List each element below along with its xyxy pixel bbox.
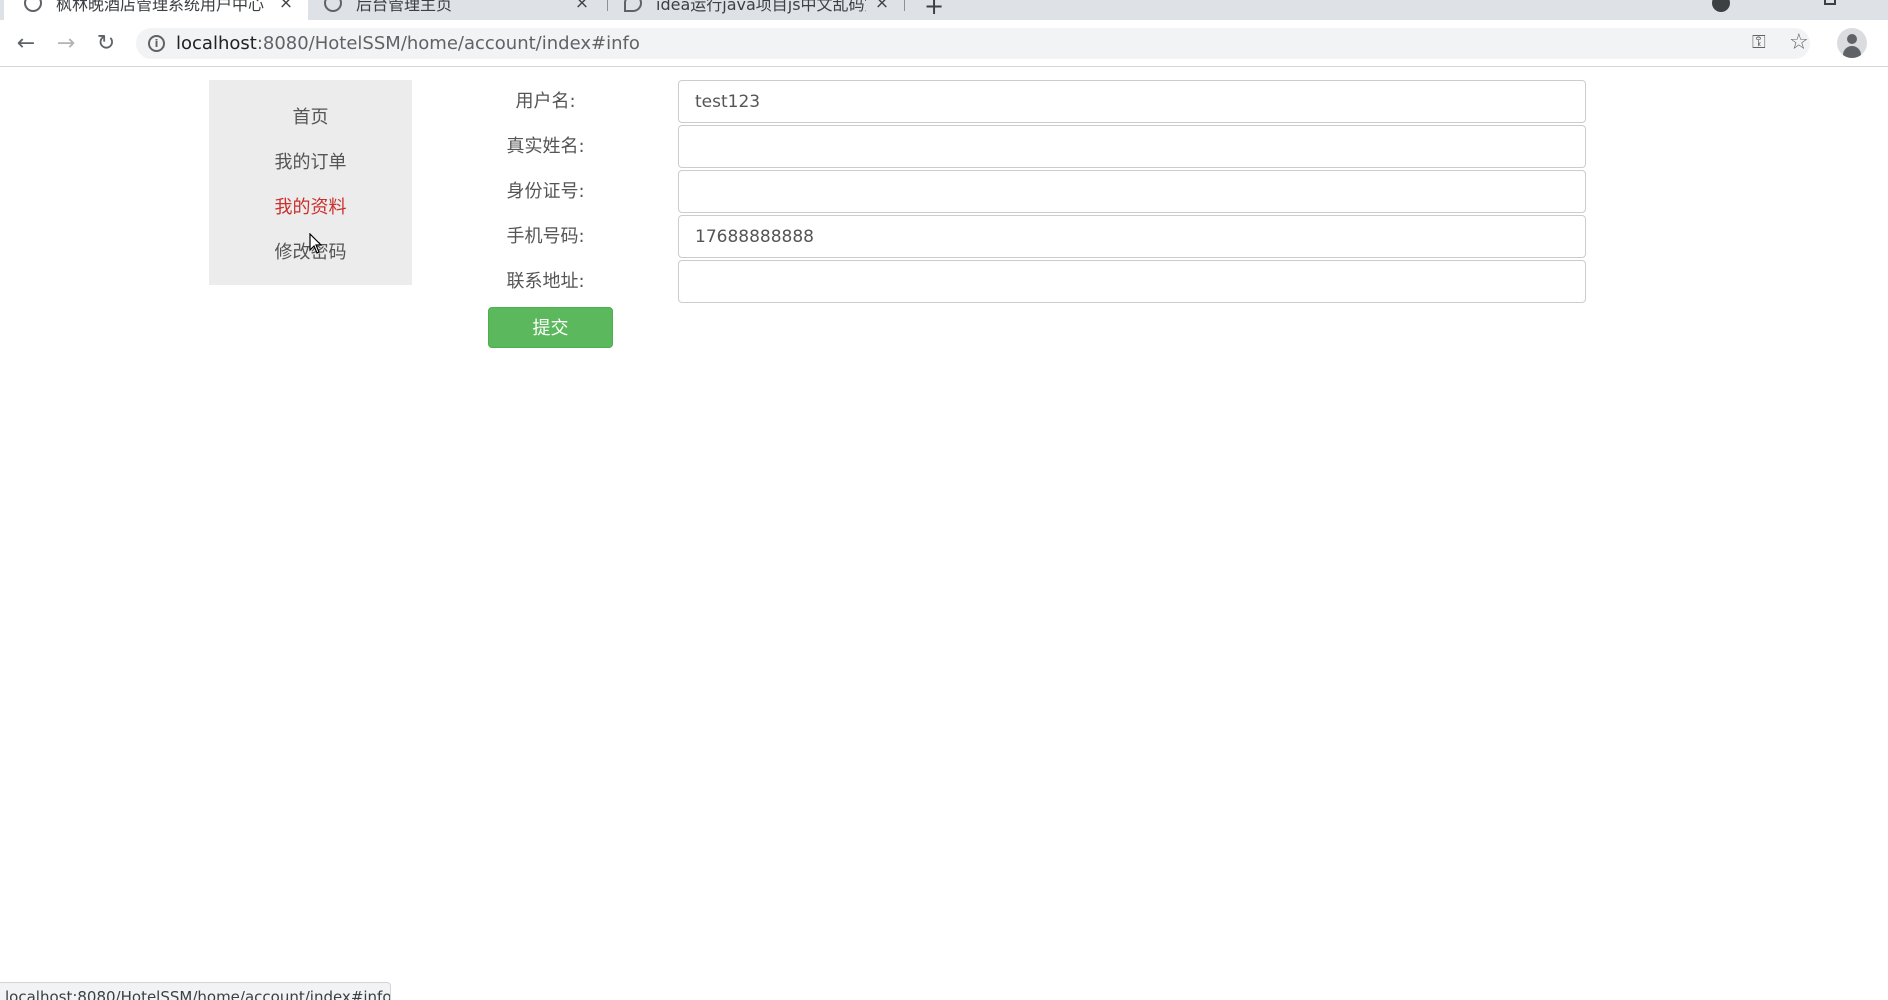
phone-input[interactable] bbox=[678, 215, 1586, 258]
star-icon[interactable]: ☆ bbox=[1789, 30, 1809, 55]
key-icon[interactable]: ⚿ bbox=[1752, 32, 1766, 53]
profile-avatar-icon[interactable] bbox=[1837, 28, 1867, 58]
form-row-idcard: 身份证号: bbox=[487, 170, 1587, 213]
sidebar-item-my-orders[interactable]: 我的订单 bbox=[209, 140, 412, 185]
url-text[interactable]: localhost:8080/HotelSSM/home/account/ind… bbox=[176, 33, 640, 54]
username-label: 用户名: bbox=[515, 91, 576, 112]
address-bar[interactable]: i localhost:8080/HotelSSM/home/account/i… bbox=[136, 28, 1810, 59]
tab-admin-home[interactable]: 后台管理主页 × bbox=[304, 0, 604, 20]
realname-input[interactable] bbox=[678, 125, 1586, 168]
search-tabs-icon[interactable] bbox=[1712, 0, 1730, 12]
idcard-input[interactable] bbox=[678, 170, 1586, 213]
sidebar-item-my-profile[interactable]: 我的资料 bbox=[209, 185, 412, 230]
tab-separator bbox=[904, 0, 905, 11]
sidebar-item-home[interactable]: 首页 bbox=[209, 95, 412, 140]
tab-strip: 枫林晚酒店管理系统用户中心 × 后台管理主页 × idea运行java项目js中… bbox=[0, 0, 1888, 20]
search-icon bbox=[624, 0, 642, 12]
tab-title: 后台管理主页 bbox=[356, 0, 453, 14]
submit-button[interactable]: 提交 bbox=[488, 307, 613, 348]
mouse-cursor-icon bbox=[309, 233, 323, 254]
tab-close-icon[interactable]: × bbox=[574, 0, 590, 13]
tab-search-result[interactable]: idea运行java项目js中文乱码如何 × bbox=[604, 0, 904, 20]
phone-label: 手机号码: bbox=[506, 226, 585, 247]
tab-title: idea运行java项目js中文乱码如何 bbox=[656, 0, 866, 14]
realname-label: 真实姓名: bbox=[506, 136, 585, 157]
tab-title: 枫林晚酒店管理系统用户中心 bbox=[56, 0, 265, 14]
tab-close-icon[interactable]: × bbox=[278, 0, 294, 13]
idcard-label: 身份证号: bbox=[506, 181, 585, 202]
form-row-phone: 手机号码: bbox=[487, 215, 1587, 258]
restore-window-icon[interactable] bbox=[1824, 0, 1836, 5]
info-icon[interactable]: i bbox=[148, 35, 165, 52]
address-label: 联系地址: bbox=[506, 271, 585, 292]
username-input[interactable] bbox=[678, 80, 1586, 123]
reload-icon[interactable]: ↻ bbox=[92, 29, 120, 57]
new-tab-button[interactable]: + bbox=[924, 0, 944, 20]
form-row-address: 联系地址: bbox=[487, 260, 1587, 303]
globe-icon bbox=[24, 0, 42, 12]
form-row-realname: 真实姓名: bbox=[487, 125, 1587, 168]
browser-toolbar: ← → ↻ i localhost:8080/HotelSSM/home/acc… bbox=[0, 20, 1888, 67]
form-row-username: 用户名: bbox=[487, 80, 1587, 123]
tab-user-center[interactable]: 枫林晚酒店管理系统用户中心 × bbox=[4, 0, 308, 20]
forward-arrow-icon[interactable]: → bbox=[52, 29, 80, 57]
address-input[interactable] bbox=[678, 260, 1586, 303]
status-url-bubble: localhost:8080/HotelSSM/home/account/ind… bbox=[0, 982, 391, 1000]
tab-close-icon[interactable]: × bbox=[874, 0, 890, 13]
globe-icon bbox=[324, 0, 342, 12]
back-arrow-icon[interactable]: ← bbox=[12, 29, 40, 57]
